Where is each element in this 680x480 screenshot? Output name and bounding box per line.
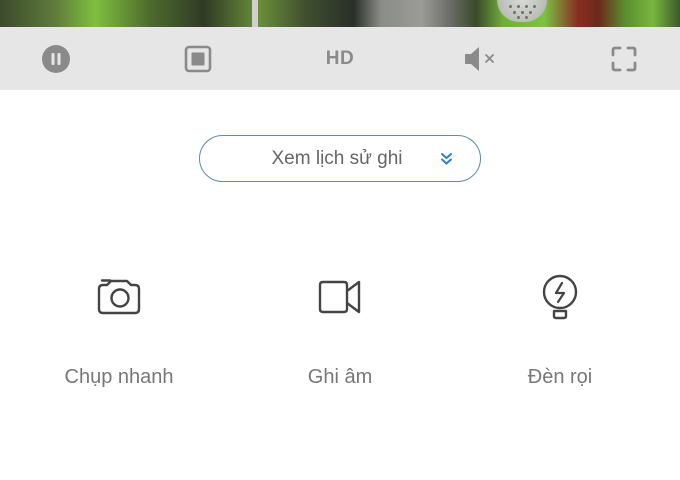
pause-button[interactable] — [26, 27, 86, 90]
lightbulb-icon — [542, 274, 578, 320]
camera-icon — [97, 279, 141, 315]
video-record-icon — [318, 280, 361, 314]
double-chevron-down-icon — [441, 153, 452, 165]
quality-label: HD — [325, 47, 355, 69]
video-feed-detail — [497, 0, 547, 22]
history-label: Xem lịch sử ghi — [271, 148, 403, 169]
view-recording-history-dropdown[interactable]: Xem lịch sử ghi — [199, 135, 481, 182]
fullscreen-button[interactable] — [594, 27, 654, 90]
mute-button[interactable] — [452, 27, 512, 90]
pause-icon — [42, 44, 70, 73]
action-label: Chụp nhanh — [64, 366, 174, 388]
speaker-muted-icon — [465, 46, 494, 71]
spotlight-button[interactable]: Đèn rọi — [475, 262, 645, 412]
stop-icon — [184, 45, 212, 72]
stop-button[interactable] — [168, 27, 228, 90]
fullscreen-icon — [611, 46, 637, 71]
camera-video-feed[interactable] — [0, 0, 680, 27]
action-label: Đèn rọi — [527, 366, 593, 388]
action-label: Ghi âm — [307, 366, 373, 388]
video-feed-detail — [252, 0, 258, 27]
quality-hd-button[interactable]: HD — [310, 27, 370, 90]
record-audio-button[interactable]: Ghi âm — [255, 262, 425, 412]
quick-snapshot-button[interactable]: Chụp nhanh — [34, 262, 204, 412]
player-toolbar: HD — [0, 27, 680, 90]
